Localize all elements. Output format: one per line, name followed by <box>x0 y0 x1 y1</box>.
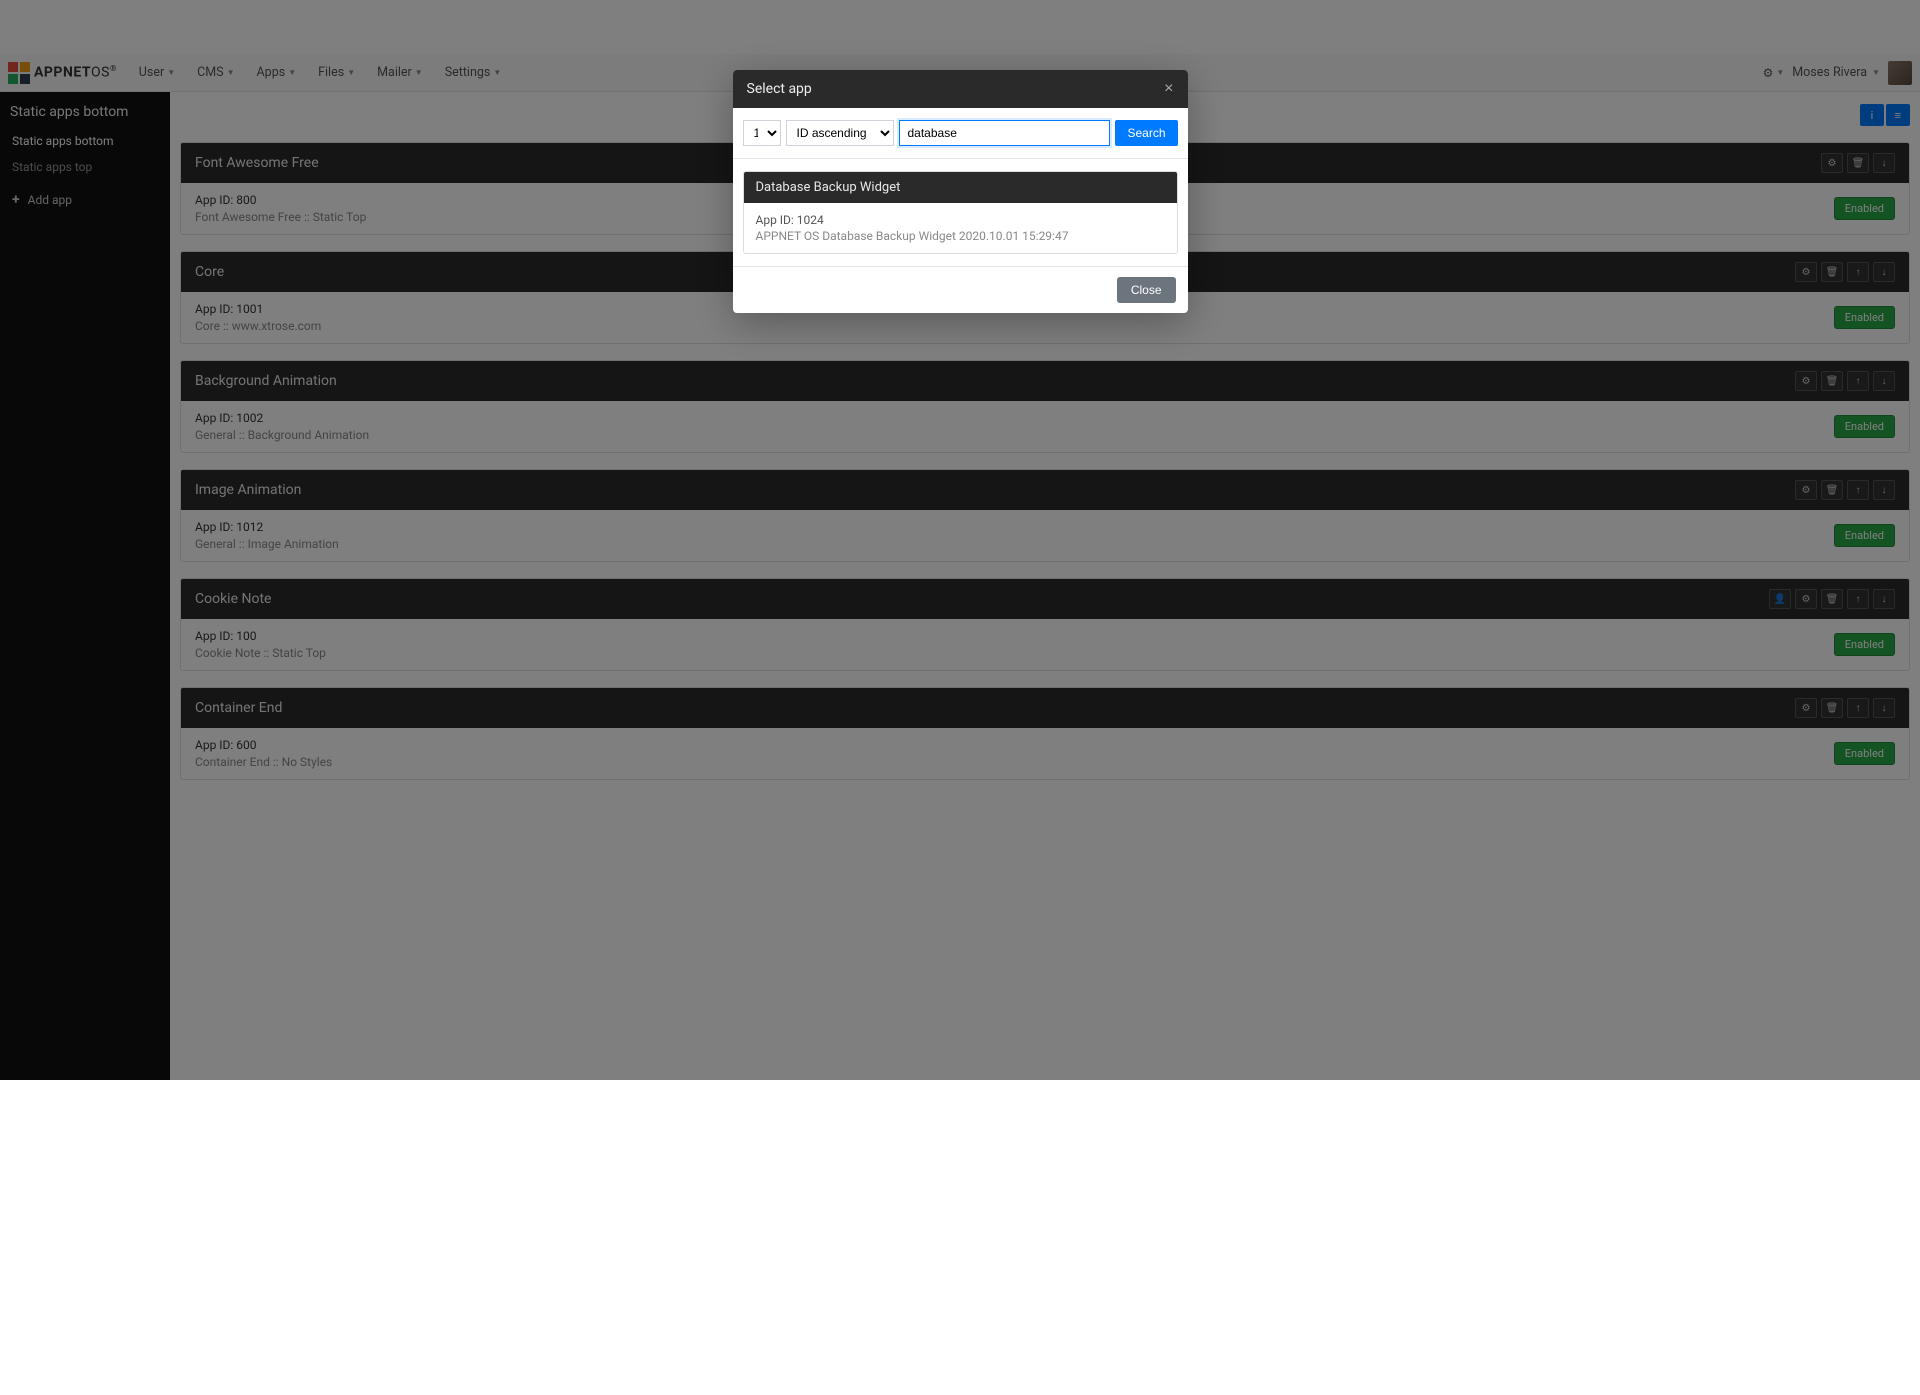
modal-overlay[interactable]: Select app × 10 ID ascending Search Data… <box>0 0 1920 1080</box>
search-input[interactable] <box>899 120 1111 146</box>
close-button[interactable]: Close <box>1117 277 1176 303</box>
bottom-whitespace <box>0 1080 1920 1395</box>
sort-select[interactable]: ID ascending <box>786 120 894 146</box>
result-body: App ID: 1024 APPNET OS Database Backup W… <box>744 203 1177 253</box>
modal-filter-row: 10 ID ascending Search <box>733 108 1188 159</box>
result-item[interactable]: Database Backup Widget App ID: 1024 APPN… <box>743 171 1178 254</box>
modal-title: Select app <box>747 81 812 97</box>
modal-footer: Close <box>733 267 1188 313</box>
search-button[interactable]: Search <box>1115 120 1177 146</box>
modal-header: Select app × <box>733 70 1188 108</box>
result-id: App ID: 1024 <box>756 213 1165 227</box>
count-select[interactable]: 10 <box>743 120 781 146</box>
result-desc: APPNET OS Database Backup Widget 2020.10… <box>756 229 1165 243</box>
modal-results: Database Backup Widget App ID: 1024 APPN… <box>733 159 1188 267</box>
result-title: Database Backup Widget <box>744 172 1177 203</box>
modal-close-x[interactable]: × <box>1164 80 1173 98</box>
select-app-modal: Select app × 10 ID ascending Search Data… <box>733 70 1188 313</box>
